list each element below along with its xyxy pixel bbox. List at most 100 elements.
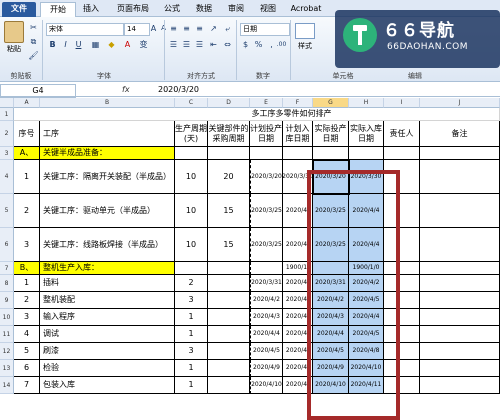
row-header-12[interactable]: 12 xyxy=(0,343,14,360)
cell-j11[interactable] xyxy=(420,326,500,343)
row-header-14[interactable]: 14 xyxy=(0,377,14,394)
cell-e7[interactable] xyxy=(250,262,283,275)
cell-c10[interactable]: 1 xyxy=(175,309,208,326)
cell-j7[interactable] xyxy=(420,262,500,275)
cell-b12[interactable]: 刷漆 xyxy=(40,343,175,360)
column-title-6[interactable]: 计划入库日期 xyxy=(283,121,313,147)
column-header-i[interactable]: I xyxy=(384,98,420,108)
cell-c4[interactable]: 10 xyxy=(175,160,208,194)
select-all-corner[interactable] xyxy=(0,98,14,108)
cell-c3[interactable] xyxy=(175,147,208,160)
paste-button[interactable]: 粘贴 xyxy=(3,21,25,55)
cell-b10[interactable]: 输入程序 xyxy=(40,309,175,326)
cell-e8[interactable]: 2020/3/31 xyxy=(250,275,283,292)
row-header-4[interactable]: 4 xyxy=(0,160,14,194)
column-header-c[interactable]: C xyxy=(175,98,208,108)
column-title-5[interactable]: 计划投产日期 xyxy=(250,121,283,147)
row-header-5[interactable]: 5 xyxy=(0,194,14,228)
row-header-11[interactable]: 11 xyxy=(0,326,14,343)
italic-icon[interactable]: I xyxy=(60,39,71,50)
column-title-4[interactable]: 关键部件的采购周期 xyxy=(208,121,250,147)
cell-i3[interactable] xyxy=(384,147,420,160)
cell-j13[interactable] xyxy=(420,360,500,377)
cell-a14[interactable]: 7 xyxy=(14,377,40,394)
cell-d10[interactable] xyxy=(208,309,250,326)
cell-j6[interactable] xyxy=(420,228,500,262)
row-header-13[interactable]: 13 xyxy=(0,360,14,377)
align-center-icon[interactable]: ☰ xyxy=(181,39,192,50)
fill-color-icon[interactable]: ◆ xyxy=(106,39,117,50)
accounting-format-icon[interactable]: $ xyxy=(240,39,251,50)
align-left-icon[interactable]: ☰ xyxy=(168,39,179,50)
column-title-2[interactable]: 工序 xyxy=(40,121,175,147)
borders-icon[interactable]: ▦ xyxy=(90,39,101,50)
cell-f3[interactable] xyxy=(283,147,313,160)
cell-c9[interactable]: 3 xyxy=(175,292,208,309)
tab-review[interactable]: 审阅 xyxy=(222,2,250,17)
cell-d13[interactable] xyxy=(208,360,250,377)
cell-d12[interactable] xyxy=(208,343,250,360)
decimal-icon[interactable]: .00 xyxy=(276,39,287,50)
cell-j5[interactable] xyxy=(420,194,500,228)
cell-c7[interactable] xyxy=(175,262,208,275)
font-color-icon[interactable]: A xyxy=(122,39,133,50)
column-title-1[interactable]: 序号 xyxy=(14,121,40,147)
decrease-indent-icon[interactable]: ⇤ xyxy=(208,39,219,50)
cell-a5[interactable]: 2 xyxy=(14,194,40,228)
cell-a7[interactable]: B、 xyxy=(14,262,40,275)
cell-j10[interactable] xyxy=(420,309,500,326)
cell-b11[interactable]: 调试 xyxy=(40,326,175,343)
cell-j8[interactable] xyxy=(420,275,500,292)
cell-j3[interactable] xyxy=(420,147,500,160)
cell-e3[interactable] xyxy=(250,147,283,160)
tab-formulas[interactable]: 公式 xyxy=(158,2,186,17)
orientation-icon[interactable]: ↗ xyxy=(208,23,219,34)
cell-c8[interactable]: 2 xyxy=(175,275,208,292)
align-bottom-icon[interactable]: ≡ xyxy=(194,23,205,34)
cell-e9[interactable]: 2020/4/2 xyxy=(250,292,283,309)
row-header-2[interactable]: 2 xyxy=(0,121,14,147)
column-title-9[interactable]: 责任人 xyxy=(384,121,420,147)
cell-e5[interactable]: 2020/3/25 xyxy=(250,194,283,228)
cell-b5[interactable]: 关键工序：驱动单元（半成品） xyxy=(40,194,175,228)
cell-e11[interactable]: 2020/4/4 xyxy=(250,326,283,343)
cell-j12[interactable] xyxy=(420,343,500,360)
font-size-select[interactable]: 14 xyxy=(124,23,150,36)
column-title-10[interactable]: 备注 xyxy=(420,121,500,147)
cell-e12[interactable]: 2020/4/5 xyxy=(250,343,283,360)
align-right-icon[interactable]: ☰ xyxy=(194,39,205,50)
cell-d14[interactable] xyxy=(208,377,250,394)
cell-d9[interactable] xyxy=(208,292,250,309)
column-title-7[interactable]: 实际投产日期 xyxy=(313,121,349,147)
number-format-select[interactable]: 日期 xyxy=(240,23,290,36)
cell-a8[interactable]: 1 xyxy=(14,275,40,292)
cell-b7[interactable]: 整机生产入库： xyxy=(40,262,175,275)
insert-function-icon[interactable]: fx xyxy=(122,84,130,96)
tab-insert[interactable]: 插入 xyxy=(76,2,106,17)
column-header-j[interactable]: J xyxy=(420,98,500,108)
cell-a4[interactable]: 1 xyxy=(14,160,40,194)
wrap-text-icon[interactable]: ⤶ xyxy=(222,23,233,34)
cell-e10[interactable]: 2020/4/3 xyxy=(250,309,283,326)
underline-icon[interactable]: U xyxy=(73,39,84,50)
cell-j9[interactable] xyxy=(420,292,500,309)
cell-d7[interactable] xyxy=(208,262,250,275)
align-middle-icon[interactable]: ≡ xyxy=(181,23,192,34)
align-top-icon[interactable]: ≡ xyxy=(168,23,179,34)
cell-b14[interactable]: 包装入库 xyxy=(40,377,175,394)
cell-c11[interactable]: 1 xyxy=(175,326,208,343)
column-title-3[interactable]: 生产周期(天) xyxy=(175,121,208,147)
column-header-d[interactable]: D xyxy=(208,98,250,108)
cell-e14[interactable]: 2020/4/10 xyxy=(250,377,283,394)
format-painter-icon[interactable]: 🖌 xyxy=(28,50,39,61)
worksheet-grid[interactable]: A B C D E F G H I J 1 多工序多零件如何排产 2 序号 工序 生产周期(天) 关键部件的采购… xyxy=(0,98,500,420)
cell-a11[interactable]: 4 xyxy=(14,326,40,343)
row-header-1[interactable]: 1 xyxy=(0,108,14,121)
cell-b13[interactable]: 检验 xyxy=(40,360,175,377)
column-title-8[interactable]: 实际入库日期 xyxy=(349,121,384,147)
tab-file[interactable]: 文件 xyxy=(2,2,36,17)
formula-input[interactable]: 2020/3/20 xyxy=(158,84,199,96)
cell-c13[interactable]: 1 xyxy=(175,360,208,377)
cell-c14[interactable]: 1 xyxy=(175,377,208,394)
cell-b3[interactable]: 关键半成品准备： xyxy=(40,147,175,160)
